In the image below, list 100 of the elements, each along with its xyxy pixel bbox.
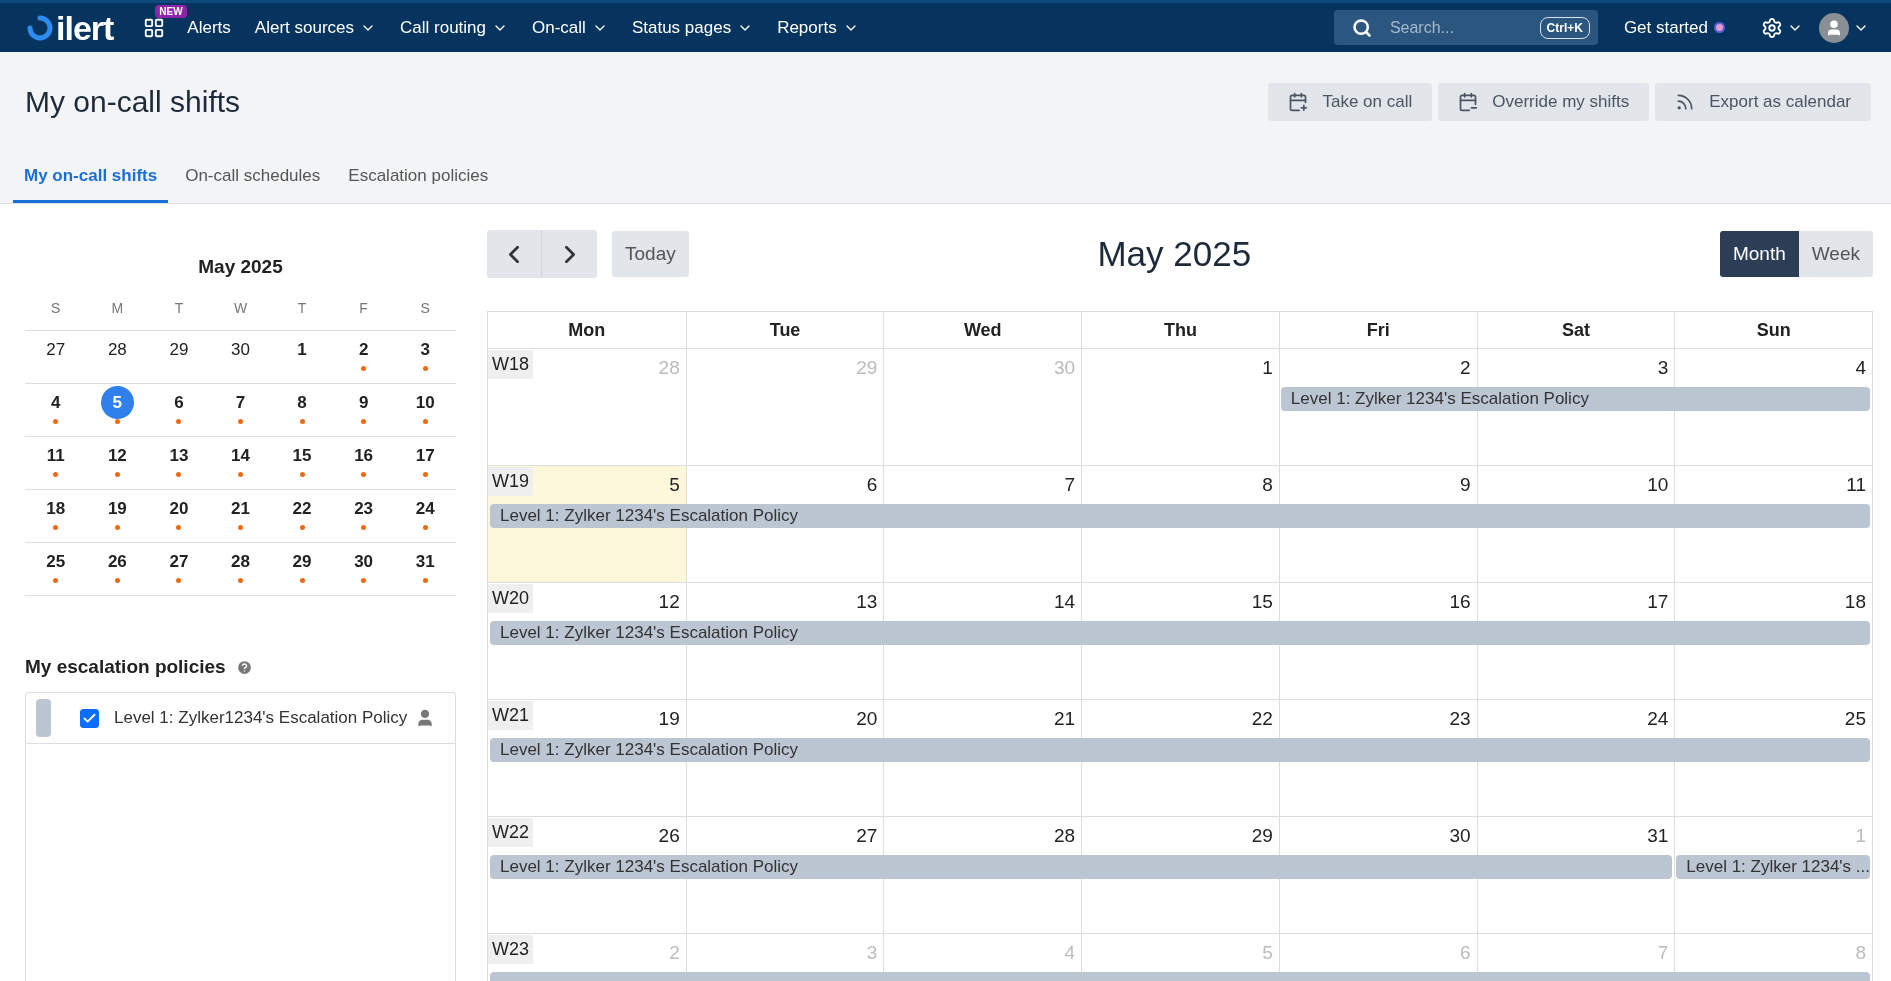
mini-calendar-day[interactable]: 28 <box>100 333 134 366</box>
day-number: 1 <box>1855 824 1867 847</box>
calendar-title: May 2025 <box>1096 234 1253 274</box>
day-number: 14 <box>1054 590 1077 613</box>
mini-calendar-day[interactable]: 15 <box>285 439 319 472</box>
day-number: 7 <box>1064 473 1077 496</box>
mini-calendar-day[interactable]: 17 <box>408 439 442 472</box>
mini-calendar-day[interactable]: 13 <box>162 439 196 472</box>
nav-menu-item[interactable]: Alert sources <box>242 17 389 38</box>
mini-calendar-day[interactable]: 5 <box>100 386 134 419</box>
shift-event[interactable]: Level 1: Zylker 1234's Escalation Policy <box>490 738 1870 762</box>
mini-calendar-day[interactable]: 30 <box>224 333 257 366</box>
day-number: 2 <box>1460 356 1472 379</box>
day-number: 10 <box>1647 473 1670 496</box>
tab[interactable]: On-call schedules <box>174 152 332 203</box>
week-number: W21 <box>488 701 533 730</box>
day-number: 29 <box>1251 824 1274 847</box>
mini-calendar-day[interactable]: 19 <box>100 492 134 525</box>
week-number: W19 <box>488 467 533 496</box>
day-number: 5 <box>669 473 681 496</box>
week-number: W23 <box>488 935 533 964</box>
day-number: 31 <box>1647 824 1670 847</box>
shortcut-key: Ctrl+K <box>1539 16 1590 39</box>
shift-event[interactable]: Level 1: Zylker 1234's Escalation Policy <box>1280 387 1870 411</box>
mini-calendar-day[interactable]: 24 <box>408 492 442 525</box>
shift-event[interactable]: Level 1: Zylker 1234's Escalation Policy <box>490 621 1870 645</box>
day-number: 15 <box>1251 590 1274 613</box>
mini-calendar-day[interactable]: 2 <box>347 333 381 366</box>
policy-label: Level 1: Zylker1234's Escalation Policy <box>114 708 409 728</box>
mini-calendar-day[interactable]: 27 <box>162 545 196 578</box>
day-number: 13 <box>856 590 879 613</box>
day-number: 2 <box>669 941 681 964</box>
day-number: 25 <box>1844 707 1867 730</box>
shift-event[interactable]: Level 1: Zylker 1234's Escalation Policy <box>490 504 1870 528</box>
mini-calendar-day[interactable]: 23 <box>347 492 381 525</box>
mini-calendar-day[interactable]: 12 <box>100 439 134 472</box>
get-started-link[interactable]: Get started <box>1617 16 1731 39</box>
day-number: 28 <box>1054 824 1077 847</box>
shift-event[interactable]: Level 1: Zylker 1234's ... <box>1676 855 1870 879</box>
weekday-header: Mon <box>567 318 607 342</box>
view-toggle-button[interactable]: Month <box>1719 231 1799 277</box>
shift-event[interactable]: Level 1: Zylker 1234's Escalation Policy <box>490 855 1673 879</box>
weekday-header: Sun <box>1674 312 1872 348</box>
week-number: W18 <box>488 350 533 379</box>
weekday-header: Fri <box>1278 312 1477 348</box>
nav-menu-item[interactable]: Status pages <box>619 17 766 38</box>
day-number: 7 <box>1657 941 1670 964</box>
mini-calendar-day[interactable]: 30 <box>347 545 381 578</box>
mini-calendar-day[interactable]: 8 <box>285 386 319 419</box>
mini-calendar-day[interactable]: 21 <box>224 492 257 525</box>
mini-calendar-day[interactable]: 18 <box>39 492 73 525</box>
mini-calendar-day[interactable]: 4 <box>39 386 73 419</box>
action-button[interactable]: Export as calendar <box>1655 83 1871 121</box>
action-button[interactable]: Override my shifts <box>1438 83 1650 121</box>
day-number: 8 <box>1262 473 1274 496</box>
mini-calendar-day[interactable]: 6 <box>162 386 196 419</box>
day-number: 21 <box>1054 707 1077 730</box>
weekday-label: F <box>332 300 395 331</box>
mini-calendar-day[interactable]: 3 <box>408 333 442 366</box>
weekday-label: S <box>394 300 456 331</box>
day-number: 9 <box>1460 473 1472 496</box>
day-number: 12 <box>658 590 681 613</box>
weekday-header: Tue <box>685 312 884 348</box>
mini-calendar-day[interactable]: 16 <box>347 439 381 472</box>
tab[interactable]: Escalation policies <box>337 152 500 203</box>
weekday-label: T <box>148 300 210 331</box>
day-number: 1 <box>1262 356 1274 379</box>
mini-calendar-day[interactable]: 26 <box>100 545 134 578</box>
tab[interactable]: My on-call shifts <box>13 152 169 203</box>
mini-calendar-day[interactable]: 10 <box>408 386 442 419</box>
mini-calendar-day[interactable]: 7 <box>224 386 257 419</box>
mini-calendar-day[interactable]: 22 <box>285 492 319 525</box>
search-bar[interactable]: Search... Ctrl+K <box>1333 10 1598 45</box>
nav-menu-item[interactable]: Alerts <box>175 17 243 38</box>
weekday-label: M <box>86 300 149 331</box>
week-number: W20 <box>488 584 533 613</box>
section-title: My escalation policies <box>25 656 226 678</box>
day-number: 3 <box>866 941 879 964</box>
action-button[interactable]: Take on call <box>1268 83 1433 121</box>
mini-calendar-day[interactable]: 9 <box>347 386 381 419</box>
logo-text[interactable]: ilert <box>56 10 114 45</box>
view-toggle-button[interactable]: Week <box>1798 231 1873 277</box>
mini-calendar-day[interactable]: 20 <box>162 492 196 525</box>
search-field[interactable]: Search... <box>1387 17 1524 38</box>
mini-calendar-day[interactable]: 27 <box>39 333 73 366</box>
mini-calendar-day[interactable]: 29 <box>162 333 196 366</box>
mini-calendar-day[interactable]: 28 <box>224 545 257 578</box>
week-number: W22 <box>488 818 533 847</box>
nav-menu-item[interactable]: Call routing <box>388 17 521 38</box>
today-button[interactable]: Today <box>612 231 689 277</box>
day-number: 6 <box>866 473 879 496</box>
mini-calendar-day[interactable]: 11 <box>39 439 73 472</box>
day-number: 30 <box>1449 824 1472 847</box>
nav-menu-item[interactable]: On-call <box>520 17 620 38</box>
nav-menu-item[interactable]: Reports <box>765 17 871 38</box>
mini-calendar-day[interactable]: 14 <box>224 439 257 472</box>
mini-calendar-day[interactable]: 29 <box>285 545 319 578</box>
mini-calendar-day[interactable]: 25 <box>39 545 73 578</box>
mini-calendar-day[interactable]: 31 <box>408 545 442 578</box>
mini-calendar-day[interactable]: 1 <box>285 333 319 366</box>
